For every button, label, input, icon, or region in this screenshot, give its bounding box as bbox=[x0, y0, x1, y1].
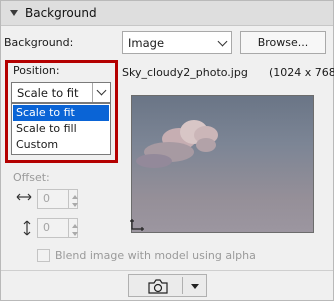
camera-button[interactable] bbox=[128, 274, 207, 297]
camera-icon bbox=[148, 279, 168, 294]
position-select[interactable]: Scale to fit bbox=[11, 82, 111, 103]
offset-y-stepper[interactable]: 0 bbox=[37, 218, 78, 238]
panel-title: Background bbox=[25, 6, 97, 20]
image-dimensions: (1024 x 768) bbox=[269, 66, 334, 79]
browse-button-label: Browse... bbox=[257, 36, 309, 49]
offset-x-value: 0 bbox=[43, 192, 50, 205]
stepper-up-icon[interactable] bbox=[72, 224, 78, 228]
dropdown-option-scale-to-fit[interactable]: Scale to fit bbox=[13, 105, 109, 121]
blend-checkbox[interactable] bbox=[37, 249, 50, 262]
offset-x-stepper[interactable]: 0 bbox=[37, 189, 78, 209]
position-label: Position: bbox=[13, 64, 60, 77]
blend-label: Blend image with model using alpha bbox=[55, 249, 256, 262]
stepper-up-icon[interactable] bbox=[72, 195, 78, 199]
panel-header[interactable]: Background bbox=[1, 1, 333, 26]
position-dropdown-list: Scale to fit Scale to fill Custom bbox=[11, 103, 111, 155]
select-divider bbox=[92, 83, 93, 102]
camera-button-divider bbox=[182, 277, 183, 294]
image-filename: Sky_cloudy2_photo.jpg bbox=[122, 66, 248, 79]
vertical-arrow-icon bbox=[23, 220, 31, 236]
background-type-value: Image bbox=[128, 36, 165, 50]
browse-button[interactable]: Browse... bbox=[240, 31, 326, 54]
horizontal-arrow-icon bbox=[16, 193, 32, 201]
chevron-down-icon bbox=[96, 85, 107, 96]
crop-corner-icon bbox=[130, 219, 144, 231]
offset-label: Offset: bbox=[13, 171, 50, 184]
bottom-divider bbox=[1, 270, 333, 271]
stepper-down-icon[interactable] bbox=[72, 203, 78, 207]
dropdown-option-custom[interactable]: Custom bbox=[13, 137, 109, 153]
dropdown-arrow-icon[interactable] bbox=[191, 284, 199, 289]
background-type-select[interactable]: Image bbox=[122, 31, 232, 54]
offset-y-value: 0 bbox=[43, 221, 50, 234]
position-selected-value: Scale to fit bbox=[17, 86, 79, 100]
chevron-down-icon bbox=[217, 36, 228, 47]
dropdown-option-scale-to-fill[interactable]: Scale to fill bbox=[13, 121, 109, 137]
panel-collapse-icon[interactable] bbox=[10, 10, 18, 16]
background-label: Background: bbox=[4, 36, 74, 49]
stepper-down-icon[interactable] bbox=[72, 232, 78, 236]
image-preview bbox=[131, 95, 314, 233]
